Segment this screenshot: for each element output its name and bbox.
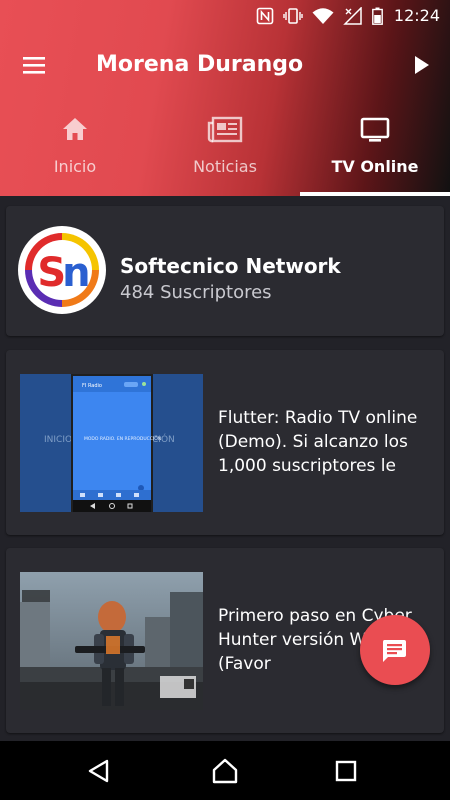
tab-inicio[interactable]: Inicio bbox=[0, 100, 150, 196]
newspaper-icon bbox=[207, 116, 243, 143]
page-title: Morena Durango bbox=[96, 52, 304, 77]
tab-noticias[interactable]: Noticias bbox=[150, 100, 300, 196]
tab-label: Inicio bbox=[53, 157, 97, 176]
back-icon[interactable] bbox=[86, 758, 112, 784]
subscriber-count: 484 Suscriptores bbox=[120, 282, 272, 303]
vibrate-icon bbox=[283, 7, 303, 24]
hamburger-menu-icon[interactable] bbox=[22, 54, 48, 76]
channel-card[interactable]: Sn Softecnico Network 484 Suscriptores bbox=[6, 206, 444, 336]
tab-tv-online[interactable]: TV Online bbox=[300, 100, 450, 196]
system-nav-bar bbox=[0, 741, 450, 800]
video-thumbnail[interactable]: INICIO CIÓN FI Radio MODO RADIO. EN REPR… bbox=[20, 374, 203, 512]
app-bar: Morena Durango bbox=[0, 32, 450, 100]
wifi-icon bbox=[312, 7, 334, 24]
status-bar: 12:24 bbox=[0, 0, 450, 32]
channel-logo: Sn bbox=[18, 226, 106, 314]
recents-icon[interactable] bbox=[333, 758, 359, 784]
home-nav-icon[interactable] bbox=[212, 758, 238, 784]
status-time: 12:24 bbox=[393, 6, 440, 25]
tab-label: Noticias bbox=[193, 157, 257, 176]
chat-message-icon bbox=[382, 640, 406, 662]
battery-icon bbox=[371, 7, 383, 25]
thumbnail-center-text: MODO RADIO. EN REPRODUCCIÓN bbox=[84, 435, 161, 442]
home-icon bbox=[63, 118, 87, 140]
tv-icon bbox=[360, 117, 390, 142]
thumbnail-side-text: INICIO bbox=[44, 435, 72, 445]
nfc-icon bbox=[256, 7, 274, 24]
video-title: Flutter: Radio TV online (Demo). Si alca… bbox=[218, 408, 418, 476]
play-icon[interactable] bbox=[412, 54, 432, 76]
chat-fab-button[interactable] bbox=[360, 615, 430, 685]
svg-text:Sn: Sn bbox=[37, 250, 88, 296]
video-item[interactable]: INICIO CIÓN FI Radio MODO RADIO. EN REPR… bbox=[6, 350, 444, 535]
tab-bar: Inicio Noticias TV Online bbox=[0, 100, 450, 196]
video-thumbnail[interactable] bbox=[20, 572, 203, 710]
channel-name: Softecnico Network bbox=[120, 254, 341, 278]
app-header: 12:24 Morena Durango Inicio Noticias TV … bbox=[0, 0, 450, 196]
tab-label: TV Online bbox=[331, 157, 419, 176]
thumbnail-app-title: FI Radio bbox=[82, 383, 102, 389]
signal-off-icon bbox=[343, 6, 362, 25]
